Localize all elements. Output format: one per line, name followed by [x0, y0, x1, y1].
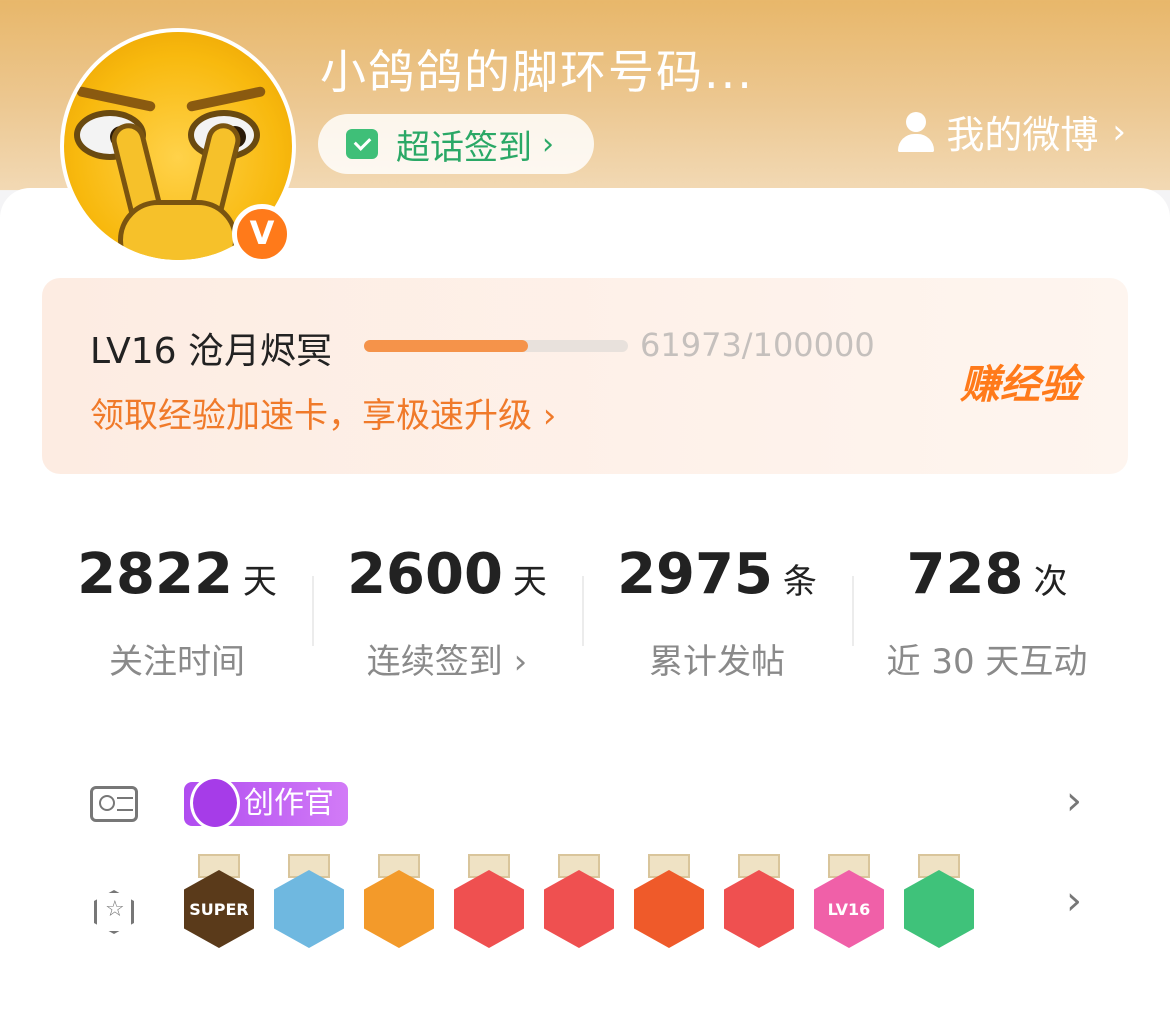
level-progress-fill — [364, 340, 528, 352]
medal-face: LV16 — [814, 870, 884, 948]
stat-unit: 次 — [1033, 562, 1068, 602]
chevron-right-icon: › — [542, 126, 554, 162]
dragon-fire-medal-icon[interactable] — [634, 854, 704, 954]
lv16-medal-icon[interactable]: LV16 — [814, 854, 884, 954]
stat-label: 累计发帖 — [649, 642, 785, 682]
verified-badge-icon: V — [232, 204, 292, 264]
stat-unit: 天 — [512, 562, 547, 602]
calendar-check-icon — [346, 129, 378, 159]
hand-medal-icon[interactable] — [904, 854, 974, 954]
id-card-icon — [90, 786, 138, 822]
profile-header: V 小鸽鸽的脚环号码... 超话签到 › 我的微博 › — [0, 0, 1170, 264]
stat-value: 728 — [906, 542, 1024, 607]
level-panel[interactable]: LV16 沧月烬冥 61973/100000 领取经验加速卡，享极速升级 › 赚… — [42, 278, 1128, 474]
chevron-right-icon: › — [1112, 111, 1126, 152]
super-crown-medal-icon[interactable]: SUPER — [184, 854, 254, 954]
stat-label: 近 30 天互动 — [886, 642, 1088, 682]
creator-hand-icon — [190, 776, 240, 830]
creator-label: 创作官 — [244, 786, 334, 821]
dragon-medal-icon[interactable] — [274, 854, 344, 954]
identity-row[interactable]: 创作官 › — [42, 760, 1128, 850]
stat-label: 关注时间 — [109, 642, 245, 682]
supertopic-signin-button[interactable]: 超话签到 › — [318, 114, 594, 174]
stat-value: 2822 — [77, 542, 233, 607]
chevron-right-icon: › — [1066, 778, 1082, 824]
medal-face — [724, 870, 794, 948]
stat-label: 连续签到 › — [366, 642, 528, 682]
medal-face — [634, 870, 704, 948]
medal-face — [544, 870, 614, 948]
medal-text: SUPER — [189, 899, 249, 919]
stat-follow-time: 2822 天 关注时间 — [42, 500, 312, 706]
badges-panel: 创作官 › SUPER LV16 › — [42, 732, 1128, 982]
medal-face: SUPER — [184, 870, 254, 948]
level-progress-text: 61973/100000 — [640, 326, 875, 364]
my-weibo-link[interactable]: 我的微博 › — [896, 104, 1126, 159]
stat-unit: 条 — [782, 562, 817, 602]
crown-medal-icon[interactable] — [364, 854, 434, 954]
stat-unit: 天 — [242, 562, 277, 602]
medal-face — [274, 870, 344, 948]
stat-30day-interactions: 728 次 近 30 天互动 — [852, 500, 1122, 706]
medals-row[interactable]: SUPER LV16 › — [42, 854, 1128, 950]
profile-card: LV16 沧月烬冥 61973/100000 领取经验加速卡，享极速升级 › 赚… — [0, 188, 1170, 1017]
level-title: LV16 沧月烬冥 — [90, 331, 332, 372]
stat-value: 2600 — [347, 542, 503, 607]
stats-panel: 2822 天 关注时间 2600 天 连续签到 › 2975 条 累计发帖 728 次 … — [42, 500, 1128, 706]
person-icon — [896, 111, 936, 152]
medal-text: LV16 — [827, 899, 871, 919]
dragon-red-medal-icon[interactable] — [454, 854, 524, 954]
stat-value: 2975 — [617, 542, 773, 607]
medal-face — [364, 870, 434, 948]
dragon-red-medal-2-icon[interactable] — [544, 854, 614, 954]
signin-label: 超话签到 — [396, 127, 532, 168]
creator-badge[interactable]: 创作官 — [184, 776, 348, 830]
my-weibo-label: 我的微博 — [946, 113, 1099, 157]
level-progress-bar — [364, 340, 628, 352]
earn-exp-button[interactable]: 赚经验 — [960, 352, 1080, 410]
stat-total-posts: 2975 条 累计发帖 — [582, 500, 852, 706]
medal-face — [904, 870, 974, 948]
medal-face — [454, 870, 524, 948]
username: 小鸽鸽的脚环号码... — [320, 45, 754, 99]
rabbit-medal-icon[interactable] — [724, 854, 794, 954]
medal-hex-icon — [94, 890, 134, 934]
stat-consecutive-signin[interactable]: 2600 天 连续签到 › — [312, 500, 582, 706]
chevron-right-icon: › — [1066, 878, 1082, 924]
exp-card-link[interactable]: 领取经验加速卡，享极速升级 › — [90, 388, 556, 437]
